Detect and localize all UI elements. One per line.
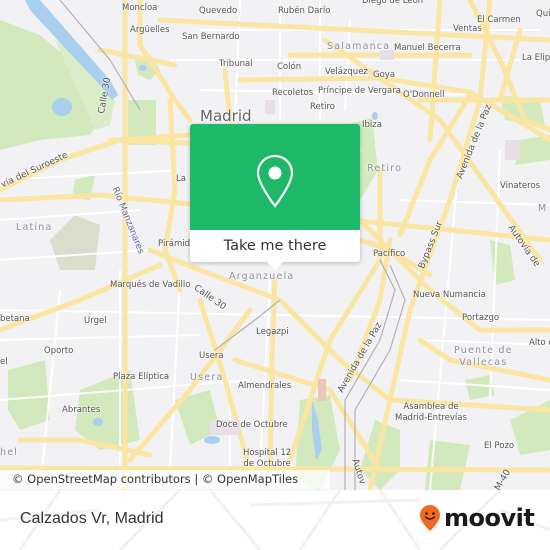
label-hospital-12-de-octubre: Hospital 12 de Octubre [243,448,292,469]
map-attribution[interactable]: © OpenStreetMap contributors | © OpenMap… [0,470,330,489]
location-popup[interactable]: Take me there [190,124,360,270]
label-arguelles: Argüelles [130,25,170,35]
label-el-pozo: El Pozo [484,441,515,451]
label-nueva-numancia: Nueva Numancia [413,290,486,300]
label-carabanchel-alto: betana [0,314,30,324]
label-quevedo: Quevedo [199,6,238,16]
label-plaza-eliptica: Plaza Elíptica [113,372,170,382]
label-la: La [176,174,186,184]
label-urgel: Urgel [84,316,107,326]
label-arganzuela: Arganzuela [229,271,295,282]
label-carabanchel-district: hel [0,447,19,458]
label-madrid: Madrid [200,107,252,125]
label-moratalaz: M [538,203,548,214]
label-portazgo: Portazgo [462,313,500,323]
label-goya: Goya [373,70,396,80]
map-pin-icon [256,154,294,208]
label-el-carmen: El Carmen [477,15,521,25]
label-colon: Colón [277,62,302,72]
label-usera-station: Usera [199,351,224,361]
popup-tail [267,262,283,270]
moovit-pin-icon [420,505,440,531]
label-ruben-dario: Rubén Darío [278,6,331,16]
label-marques-de-vadillo: Marqués de Vadillo [110,280,191,290]
label-ibiza: Ibiza [362,120,382,130]
label-retiro-station: Retiro [310,102,335,112]
label-salamanca: Salamanca [327,41,391,52]
label-principe-de-vergara: Príncipe de Vergara [318,86,401,96]
label-tribunal: Tribunal [219,59,253,69]
label-latina: Latina [16,222,53,233]
label-velazquez: Velázquez [325,67,368,77]
label-asamblea: Asamblea de Madrid-Entrevías [395,402,467,423]
label-usera-district: Usera [190,372,224,383]
label-almendrales: Almendrales [238,381,292,391]
place-name: Calzados Vr, Madrid [20,510,164,527]
label-san-bernardo: San Bernardo [182,32,240,42]
label-pacifico: Pacífico [373,249,406,259]
label-ventas: Ventas [453,24,482,34]
label-puente-de-vallecas: Puente de Vallecas [454,345,513,368]
moovit-wordmark: moovit [444,504,535,532]
label-moncloa: Moncloa [122,3,158,13]
footer-bar: Calzados Vr, Madrid moovit [0,490,550,550]
label-abrantes: Abrantes [62,405,101,415]
label-odonnell: O'Donnell [403,90,445,100]
label-piramides: Pirámid [158,239,191,249]
map-view[interactable]: Moncloa Quevedo Rubén Darío Diego de Leó… [0,0,550,490]
label-legazpi: Legazpi [256,327,289,337]
moovit-logo[interactable]: moovit [419,503,535,533]
label-la-elipa: La Elip [522,53,550,63]
take-me-there-button[interactable]: Take me there [190,230,360,262]
label-diego-de-leon: Diego de León [362,0,424,6]
popup-header [190,124,360,230]
label-vinateros: Vinateros [500,181,541,191]
label-doce-de-octubre: Doce de Octubre [216,420,288,430]
label-retiro-district: Retiro [367,163,403,174]
label-manuel-becerra: Manuel Becerra [394,43,461,53]
label-quintana: Quint [536,9,550,19]
label-alto: Alto d [529,338,550,348]
label-oporto: Oporto [44,346,74,356]
label-carabanchel: el [0,357,8,367]
label-recoletos: Recoletos [272,88,314,98]
